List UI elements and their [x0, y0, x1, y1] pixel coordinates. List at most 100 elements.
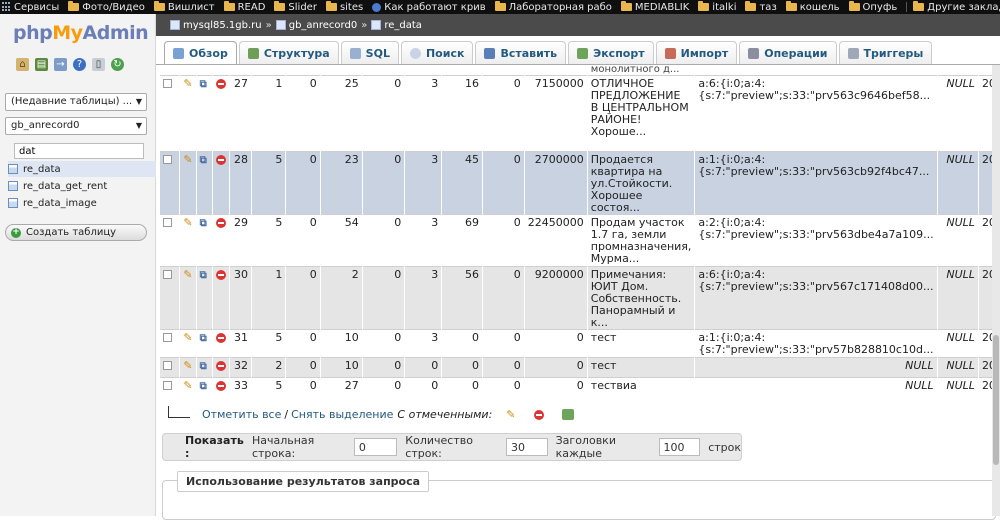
navigation-panel: phpMyAdmin ⌂ ▤ → ? ▯ ↻ (Недавние таблицы…	[0, 14, 156, 516]
delete-icon[interactable]	[216, 360, 227, 371]
cell-value: 23	[320, 151, 363, 214]
table-row[interactable]: ✎ ⧉ 33 5 0 27 0 0 0 0 0 тествиа NULL NULL 20	[160, 377, 1000, 395]
bookmark-folder[interactable]: Лабораторная рабо	[494, 1, 612, 13]
table-row[interactable]: ✎ ⧉ 32 2 0 10 0 0 0 0 0 тест NULL NULL 20	[160, 357, 1000, 377]
row-checkbox[interactable]	[163, 217, 172, 227]
bookmark-folder[interactable]: Фото/Видео	[68, 1, 145, 13]
row-checkbox[interactable]	[163, 78, 172, 88]
cell-value: 10	[320, 357, 363, 377]
row-checkbox[interactable]	[163, 380, 172, 390]
edit-icon[interactable]: ✎	[183, 359, 192, 372]
cell-value: 5	[251, 151, 287, 214]
recent-tables-select[interactable]: (Недавние таблицы) ... ▼	[5, 93, 147, 111]
tab-search[interactable]: Поиск	[400, 41, 474, 64]
cell-null: NULL	[937, 266, 979, 329]
delete-icon[interactable]	[216, 332, 227, 343]
bookmark-folder[interactable]: Slider	[274, 1, 317, 13]
delete-icon[interactable]	[216, 269, 227, 280]
export-icon[interactable]	[561, 408, 574, 420]
start-row-input[interactable]: 0	[353, 438, 398, 456]
copy-icon[interactable]: ⧉	[200, 155, 207, 166]
edit-icon[interactable]: ✎	[506, 408, 515, 421]
tab-triggers[interactable]: Триггеры	[838, 41, 933, 64]
tab-operations[interactable]: Операции	[739, 41, 837, 64]
breadcrumb-table[interactable]: re_data	[384, 20, 422, 31]
delete-icon[interactable]	[216, 380, 227, 391]
bookmark-folder[interactable]: таз	[745, 1, 777, 13]
tab-export[interactable]: Экспорт	[568, 41, 654, 64]
row-checkbox[interactable]	[163, 332, 172, 342]
uncheck-all-link[interactable]: Снять выделение	[291, 408, 393, 421]
table-item-re-data-image[interactable]: re_data_image	[8, 195, 156, 211]
bookmark-folder[interactable]: sites	[325, 1, 363, 13]
table-filter-input[interactable]	[14, 143, 144, 159]
copy-icon[interactable]: ⧉	[200, 333, 207, 344]
apps-icon[interactable]	[2, 2, 10, 12]
bookmark-folder[interactable]: Вишлист	[153, 1, 215, 13]
table-item-re-data[interactable]: re_data	[8, 161, 156, 177]
delete-icon[interactable]	[216, 217, 227, 228]
delete-icon[interactable]	[533, 409, 544, 420]
copy-icon[interactable]: ⧉	[200, 361, 207, 372]
tab-insert[interactable]: Вставить	[475, 41, 567, 64]
delete-icon[interactable]	[216, 78, 227, 89]
export-icon	[577, 47, 589, 59]
bookmark-link[interactable]: Как работают крив	[372, 2, 486, 13]
tab-browse[interactable]: Обзор	[164, 41, 237, 64]
row-checkbox[interactable]	[163, 269, 172, 279]
bookmark-services[interactable]: Сервисы	[14, 2, 59, 13]
folder-icon	[745, 1, 757, 11]
row-count-input[interactable]: 30	[505, 438, 548, 456]
table-row[interactable]: ✎ ⧉ 31 5 0 10 0 3 0 0 0 тест a:1:{i:0;a:4:{s:7:"prev…	[160, 329, 1000, 357]
bookmark-folder[interactable]: кошель	[785, 1, 840, 13]
bookmark-folder[interactable]: italki	[698, 1, 736, 13]
home-icon[interactable]: ⌂	[16, 58, 29, 71]
scrollbar-thumb[interactable]	[993, 335, 999, 465]
breadcrumb-database[interactable]: gb_anrecord0	[289, 20, 357, 31]
edit-icon[interactable]: ✎	[183, 77, 192, 90]
row-checkbox[interactable]	[163, 360, 172, 370]
table-row[interactable]: ✎ ⧉ 27 1 0 25 0 3 16 0 7150000 ОТЛИЧНОЕ ПРЕДЛОЖЕНИЕ…	[160, 75, 1000, 151]
tab-structure[interactable]: Структура	[238, 41, 339, 64]
cell-value: 5	[251, 377, 287, 395]
headers-every-input[interactable]: 100	[658, 438, 701, 456]
edit-icon[interactable]: ✎	[183, 153, 192, 166]
phpmyadmin-logo[interactable]: phpMyAdmin	[13, 22, 149, 44]
bookmark-folder[interactable]: READ	[223, 1, 265, 13]
database-select[interactable]: gb_anrecord0 ▼	[5, 117, 147, 135]
cell-null: NULL	[937, 377, 979, 395]
edit-icon[interactable]: ✎	[183, 331, 192, 344]
bookmark-folder[interactable]: MEDIABLIK	[620, 1, 689, 13]
cell-value: 0	[441, 357, 483, 377]
bookmark-folder[interactable]: Опуфь	[848, 1, 897, 13]
arrow-icon	[168, 406, 190, 418]
table-icon	[8, 181, 18, 191]
tab-sql[interactable]: SQL	[340, 41, 399, 64]
edit-icon[interactable]: ✎	[183, 268, 192, 281]
reload-icon[interactable]: ↻	[111, 58, 124, 71]
show-label: Показать :	[185, 434, 244, 460]
copy-icon[interactable]: ⧉	[200, 270, 207, 281]
tab-import[interactable]: Импорт	[655, 41, 738, 64]
check-all-link[interactable]: Отметить все	[202, 408, 281, 421]
table-row[interactable]: ✎ ⧉ 30 1 0 2 0 3 56 0 9200000 Примечания: ЮИТ Дом. …	[160, 266, 1000, 329]
exit-icon[interactable]: →	[54, 58, 67, 71]
other-bookmarks[interactable]: Другие закладки	[906, 1, 1000, 13]
docs-icon[interactable]: ▯	[92, 58, 105, 71]
edit-icon[interactable]: ✎	[183, 379, 192, 392]
page-scrollbar[interactable]	[992, 65, 1000, 516]
copy-icon[interactable]: ⧉	[200, 218, 207, 229]
breadcrumb-server[interactable]: mysql85.1gb.ru	[183, 20, 262, 31]
database-icon[interactable]: ▤	[35, 58, 48, 71]
edit-icon[interactable]: ✎	[183, 216, 192, 229]
help-icon[interactable]: ?	[73, 58, 86, 71]
table-row[interactable]: ✎ ⧉ 29 5 0 54 0 3 69 0 22450000 Продам участок 1.7 …	[160, 214, 1000, 266]
table-item-re-data-get-rent[interactable]: re_data_get_rent	[8, 178, 156, 194]
delete-icon[interactable]	[216, 154, 227, 165]
cell-value: 2	[320, 266, 363, 329]
create-table-button[interactable]: + Создать таблицу	[5, 224, 147, 241]
copy-icon[interactable]: ⧉	[200, 381, 207, 392]
table-row[interactable]: ✎ ⧉ 28 5 0 23 0 3 45 0 2700000 Продается квартира н…	[160, 151, 1000, 214]
copy-icon[interactable]: ⧉	[200, 79, 207, 90]
row-checkbox[interactable]	[163, 154, 172, 164]
